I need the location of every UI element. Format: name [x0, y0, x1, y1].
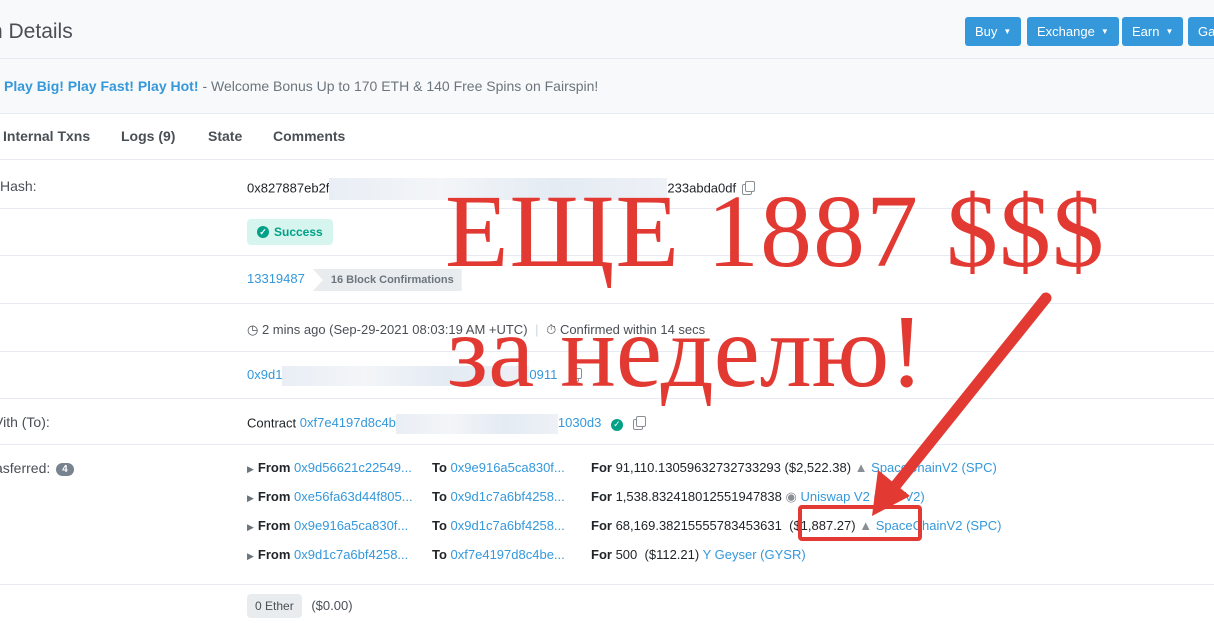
tab-internal-txns[interactable]: Internal Txns: [3, 128, 90, 144]
promo-text: - Welcome Bonus Up to 170 ETH & 140 Free…: [202, 78, 599, 94]
exchange-button[interactable]: Exchange ▼: [1027, 17, 1119, 46]
status-badge: ✓ Success: [247, 219, 333, 245]
transfers-count-badge: 4: [56, 462, 74, 476]
contract-address-link[interactable]: 0xf7e4197d8c4b 1030d3: [300, 414, 601, 434]
caret-right-icon: ▶: [247, 551, 254, 561]
caret-right-icon: ▶: [247, 522, 254, 532]
transfer-to-link[interactable]: 0xf7e4197d8c4be...: [451, 547, 565, 562]
chevron-down-icon: ▼: [1165, 27, 1174, 36]
chevron-down-icon: ▼: [1003, 27, 1012, 36]
block-number-link[interactable]: 13319487: [247, 271, 305, 286]
page-title: n Details: [0, 20, 73, 43]
overlay-headline: ЕЩЕ 1887 $$$: [445, 174, 1105, 289]
transfer-from-link[interactable]: 0xe56fa63d44f805...: [294, 489, 413, 504]
tab-comments[interactable]: Comments: [273, 128, 345, 144]
gysr-token-icon: Y: [702, 547, 712, 562]
value-row: 0 Ether ($0.00): [0, 585, 1214, 623]
uni-token-icon: ◉: [785, 489, 797, 504]
overlay-subline: за неделю!: [447, 294, 924, 409]
value-usd: ($0.00): [311, 598, 353, 613]
verified-check-icon: ✓: [610, 418, 623, 431]
transfer-from-link[interactable]: 0x9e916a5ca830f...: [294, 518, 408, 533]
page-header: n Details Buy▼ Exchange▼ Earn▼ Ga: [0, 0, 1214, 58]
redacted-blur: [395, 414, 558, 434]
chevron-down-icon: ▼: [1100, 27, 1109, 36]
transfer-to-link[interactable]: 0x9e916a5ca830f...: [451, 460, 565, 475]
token-link[interactable]: Geyser (GYSR): [715, 547, 806, 562]
earn-button[interactable]: Earn ▼: [1122, 17, 1184, 46]
clock-icon: ◷: [247, 322, 259, 337]
transfer-to-link[interactable]: 0x9d1c7a6bf4258...: [451, 489, 565, 504]
gaming-button[interactable]: Ga: [1188, 17, 1214, 46]
promo-banner: Play Big! Play Fast! Play Hot! - Welcome…: [0, 59, 1214, 114]
transfer-from-link[interactable]: 0x9d56621c22549...: [294, 460, 412, 475]
highlight-box: [798, 505, 922, 541]
check-circle-icon: ✓: [257, 226, 269, 238]
tab-state[interactable]: State: [208, 128, 242, 144]
tx-hash-label: Hash:: [0, 178, 37, 194]
tokens-label: asferred:: [0, 460, 51, 476]
token-link[interactable]: Uniswap V2 (UNI-V2): [800, 489, 924, 504]
caret-right-icon: ▶: [247, 464, 254, 474]
to-label: Vith (To):: [0, 414, 50, 430]
ether-value-badge: 0 Ether: [247, 594, 302, 618]
confirmations-badge: 16 Block Confirmations: [312, 269, 462, 291]
transfer-to-link[interactable]: 0x9d1c7a6bf4258...: [451, 518, 565, 533]
buy-button[interactable]: Buy ▼: [965, 17, 1022, 46]
tokens-transferred-row: asferred: 4 ▶ From 0x9d56621c22549... To …: [0, 445, 1214, 585]
tab-logs[interactable]: Logs (9): [121, 128, 175, 144]
tab-bar: Internal Txns Logs (9) State Comments: [0, 114, 1214, 160]
caret-right-icon: ▶: [247, 493, 254, 503]
promo-link[interactable]: Play Big! Play Fast! Play Hot!: [4, 78, 199, 94]
spc-token-icon: ▲: [854, 460, 868, 475]
transfer-from-link[interactable]: 0x9d1c7a6bf4258...: [294, 547, 408, 562]
copy-icon[interactable]: [632, 415, 646, 430]
token-link[interactable]: SpaceChainV2 (SPC): [871, 460, 997, 475]
